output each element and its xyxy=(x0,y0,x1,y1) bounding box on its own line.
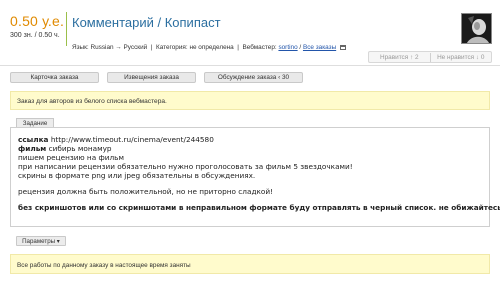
film-name: сибирь монамур xyxy=(48,144,112,153)
params-button[interactable]: Параметры ▾ xyxy=(16,236,66,246)
task-line-3: пишем рецензию на фильм xyxy=(18,153,124,162)
order-size: 300 зн. / 0.50 ч. xyxy=(10,32,60,39)
order-tabs: Карточка заказа Извещения заказа Обсужде… xyxy=(10,72,303,83)
notice-whitelist: Заказ для авторов из белого списка вебма… xyxy=(10,91,490,110)
avatar-image xyxy=(462,14,491,43)
language-label: Язык: xyxy=(72,44,89,51)
tab-order-card[interactable]: Карточка заказа xyxy=(10,72,99,83)
order-meta: Язык: Russian → Русский | Категория: не … xyxy=(72,44,346,51)
header-divider xyxy=(66,12,67,46)
header-separator xyxy=(0,65,500,66)
notice-all-taken: Все работы по данному заказу в настоящее… xyxy=(10,254,490,274)
tab-order-discussion[interactable]: Обсуждение заказа ‹ 30 xyxy=(204,72,303,83)
order-price: 0.50 у.е. xyxy=(10,13,65,29)
task-line-5: скрины в формате png или jpeg обязательн… xyxy=(18,171,256,180)
webmaster-label: Вебмастер: xyxy=(242,44,277,51)
task-line-7: без скриншотов или со скриншотами в непр… xyxy=(18,203,500,212)
vote-bar: Нравится ↑ 2 Не нравится ↓ 0 xyxy=(368,51,492,63)
task-description: ссылка http://www.timeout.ru/cinema/even… xyxy=(10,127,500,227)
folder-icon[interactable] xyxy=(339,45,346,50)
webmaster-link[interactable]: sortino xyxy=(278,44,297,51)
dislike-button[interactable]: Не нравится ↓ 0 xyxy=(431,54,492,61)
link-keyword: ссылка xyxy=(18,135,49,144)
tab-order-notifications[interactable]: Извещения заказа xyxy=(107,72,196,83)
task-line-6: рецензия должна быть положительной, но н… xyxy=(18,187,274,196)
like-button[interactable]: Нравится ↑ 2 xyxy=(369,54,430,61)
avatar[interactable] xyxy=(461,13,492,44)
task-line-4: при написании рецензии обязательно нужно… xyxy=(18,162,353,171)
category-value: не определена xyxy=(189,44,234,51)
film-url: http://www.timeout.ru/cinema/event/24458… xyxy=(50,135,214,144)
film-keyword: фильм xyxy=(18,144,47,153)
category-label: Категория: xyxy=(156,44,188,51)
language-value: Russian → Русский xyxy=(90,44,148,51)
all-orders-link[interactable]: Все заказы xyxy=(303,44,336,51)
page-title: Комментарий / Копипаст xyxy=(72,15,221,30)
